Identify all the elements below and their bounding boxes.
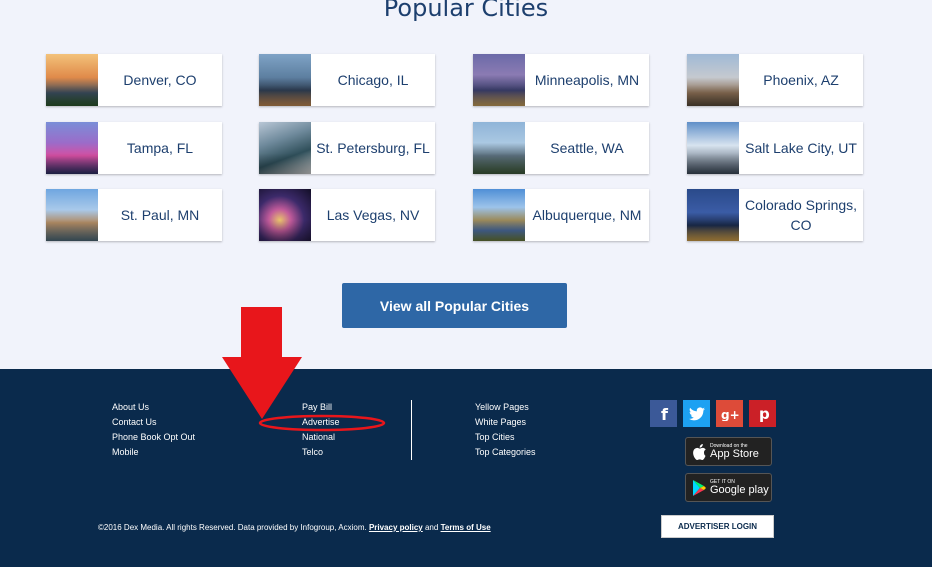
colorado-springs-photo [687,189,739,241]
city-card-chicago[interactable]: Chicago, IL [259,54,435,106]
footer-link-about-us[interactable]: About Us [112,400,195,415]
city-label: Phoenix, AZ [763,72,839,88]
footer-link-telco[interactable]: Telco [302,445,340,460]
privacy-policy-link[interactable]: Privacy policy [369,523,423,532]
phoenix-photo [687,54,739,106]
city-card-denver[interactable]: Denver, CO [46,54,222,106]
footer-link-national[interactable]: National [302,430,340,445]
city-label: Salt Lake City, UT [745,140,857,156]
city-card-minneapolis[interactable]: Minneapolis, MN [473,54,649,106]
google-plus-icon[interactable]: g+ [716,400,743,427]
st-paul-photo [46,189,98,241]
city-card-tampa[interactable]: Tampa, FL [46,122,222,174]
apple-icon [693,443,706,460]
denver-photo [46,54,98,106]
footer: About Us Contact Us Phone Book Opt Out M… [0,369,932,567]
svg-text:p: p [759,406,770,422]
salt-lake-city-photo [687,122,739,174]
footer-link-pay-bill[interactable]: Pay Bill [302,400,340,415]
terms-of-use-link[interactable]: Terms of Use [441,523,491,532]
view-all-popular-cities-button[interactable]: View all Popular Cities [342,283,567,328]
footer-column-company: About Us Contact Us Phone Book Opt Out M… [112,400,195,460]
tampa-photo [46,122,98,174]
city-label: Denver, CO [123,72,197,88]
city-label: Colorado Springs, CO [744,197,858,233]
page-title: Popular Cities [383,0,549,22]
las-vegas-photo [259,189,311,241]
city-card-st-paul[interactable]: St. Paul, MN [46,189,222,241]
city-label: St. Petersburg, FL [316,140,430,156]
footer-link-mobile[interactable]: Mobile [112,445,195,460]
city-label: Chicago, IL [337,72,409,88]
advertiser-login-button[interactable]: ADVERTISER LOGIN [661,515,774,538]
footer-link-top-categories[interactable]: Top Categories [475,445,536,460]
copyright-text: ©2016 Dex Media. All rights Reserved. Da… [98,523,491,532]
city-label: St. Paul, MN [120,207,200,223]
footer-divider [411,400,412,460]
footer-link-advertise[interactable]: Advertise [302,415,340,430]
footer-link-top-cities[interactable]: Top Cities [475,430,536,445]
app-store-badge[interactable]: Download on the App Store [685,437,772,466]
footer-link-phone-book-opt-out[interactable]: Phone Book Opt Out [112,430,195,445]
svg-text:g+: g+ [721,408,740,421]
city-card-phoenix[interactable]: Phoenix, AZ [687,54,863,106]
pinterest-icon[interactable]: p [749,400,776,427]
twitter-icon[interactable] [683,400,710,427]
city-card-st-petersburg[interactable]: St. Petersburg, FL [259,122,435,174]
google-play-badge[interactable]: GET IT ON Google play [685,473,772,502]
footer-link-contact-us[interactable]: Contact Us [112,415,195,430]
footer-column-business: Pay Bill Advertise National Telco [302,400,340,460]
svg-text:f: f [661,406,669,422]
minneapolis-photo [473,54,525,106]
footer-link-yellow-pages[interactable]: Yellow Pages [475,400,536,415]
footer-link-white-pages[interactable]: White Pages [475,415,536,430]
city-label: Albuquerque, NM [532,207,642,223]
city-label: Seattle, WA [550,140,624,156]
copyright-statement: ©2016 Dex Media. All rights Reserved. Da… [98,523,367,532]
albuquerque-photo [473,189,525,241]
google-play-big-text: Google play [710,484,769,496]
city-label: Minneapolis, MN [534,72,640,88]
footer-column-directories: Yellow Pages White Pages Top Cities Top … [475,400,536,460]
city-card-las-vegas[interactable]: Las Vegas, NV [259,189,435,241]
city-card-albuquerque[interactable]: Albuquerque, NM [473,189,649,241]
facebook-icon[interactable]: f [650,400,677,427]
city-label: Tampa, FL [126,140,194,156]
seattle-photo [473,122,525,174]
city-card-salt-lake-city[interactable]: Salt Lake City, UT [687,122,863,174]
city-card-colorado-springs[interactable]: Colorado Springs, CO [687,189,863,241]
city-label: Las Vegas, NV [326,207,420,223]
st-petersburg-photo [259,122,311,174]
copyright-and: and [424,523,439,532]
city-card-seattle[interactable]: Seattle, WA [473,122,649,174]
chicago-photo [259,54,311,106]
google-play-icon [693,479,706,496]
app-store-big-text: App Store [710,448,759,460]
